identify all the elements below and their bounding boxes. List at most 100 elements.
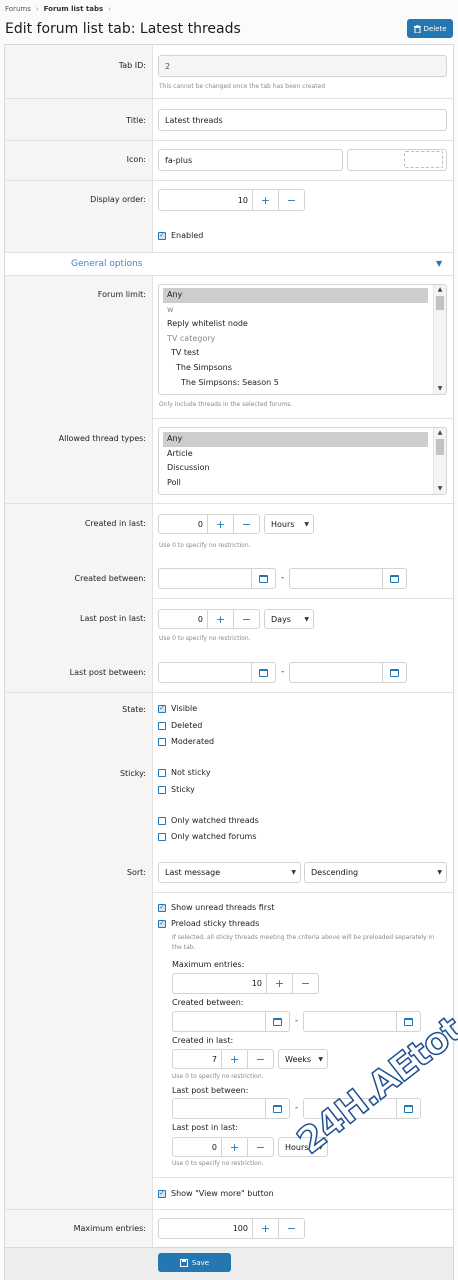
scroll-thumb[interactable] xyxy=(436,439,444,455)
list-option[interactable]: The Simpsons xyxy=(163,361,428,376)
max-entries-value[interactable]: 100 xyxy=(159,1219,252,1238)
breadcrumb-forums[interactable]: Forums xyxy=(5,5,31,13)
created-in-last-stepper[interactable]: 0 + − xyxy=(158,514,260,534)
preload-last-post-in-last-value[interactable]: 0 xyxy=(173,1138,221,1156)
increment-button[interactable]: + xyxy=(266,974,292,993)
decrement-button[interactable]: − xyxy=(247,1138,273,1156)
delete-button[interactable]: Delete xyxy=(407,19,453,38)
last-post-in-last-value[interactable]: 0 xyxy=(159,610,207,628)
last-post-in-last-unit-select[interactable]: Days ▼ xyxy=(264,609,314,629)
last-post-between-start[interactable] xyxy=(158,662,276,683)
watched-threads-checkbox[interactable]: Only watched threads xyxy=(158,816,259,825)
scroll-down-icon[interactable]: ▼ xyxy=(434,384,446,394)
enabled-checkbox[interactable]: ✓ Enabled xyxy=(158,231,203,240)
calendar-button[interactable] xyxy=(265,1012,289,1031)
list-option[interactable]: Any xyxy=(163,288,428,303)
checkbox-label: Sticky xyxy=(171,785,195,794)
sort-order-select[interactable]: Last message ▼ xyxy=(158,862,301,883)
state-deleted-checkbox[interactable]: Deleted xyxy=(158,721,202,730)
list-option[interactable]: Article xyxy=(163,447,428,462)
divider xyxy=(153,1177,453,1178)
created-in-last-unit-select[interactable]: Hours ▼ xyxy=(264,514,314,534)
date-input[interactable] xyxy=(304,1012,396,1031)
preload-last-post-between-start[interactable] xyxy=(172,1098,290,1119)
created-between-start[interactable] xyxy=(158,568,276,589)
sort-direction-select[interactable]: Descending ▼ xyxy=(304,862,447,883)
view-more-checkbox[interactable]: ✓ Show "View more" button xyxy=(158,1189,274,1198)
list-option[interactable]: Reply whitelist node xyxy=(163,317,428,332)
list-option[interactable]: w xyxy=(163,303,428,318)
state-moderated-checkbox[interactable]: Moderated xyxy=(158,737,214,746)
watched-forums-checkbox[interactable]: Only watched forums xyxy=(158,832,257,841)
icon-field[interactable]: fa-plus xyxy=(158,149,343,171)
decrement-button[interactable]: − xyxy=(278,190,304,210)
title-field[interactable]: Latest threads xyxy=(158,109,447,131)
increment-button[interactable]: + xyxy=(252,190,278,210)
preload-created-in-last-value[interactable]: 7 xyxy=(173,1050,221,1068)
date-input[interactable] xyxy=(173,1099,265,1118)
list-scrollbar[interactable]: ▲ ▼ xyxy=(433,285,446,394)
preload-created-between-label: Created between: xyxy=(172,998,244,1007)
display-order-stepper[interactable]: 10 + − xyxy=(158,189,305,211)
preload-max-entries-value[interactable]: 10 xyxy=(173,974,266,993)
general-options-title[interactable]: General options xyxy=(71,259,142,269)
date-input[interactable] xyxy=(159,569,251,588)
list-option[interactable]: Poll xyxy=(163,476,428,491)
scroll-thumb[interactable] xyxy=(436,296,444,310)
max-entries-stepper[interactable]: 100 + − xyxy=(158,1218,305,1239)
calendar-button[interactable] xyxy=(265,1099,289,1118)
created-between-end[interactable] xyxy=(289,568,407,589)
sticky-checkbox[interactable]: Sticky xyxy=(158,785,195,794)
preload-last-post-in-last-stepper[interactable]: 0 + − xyxy=(172,1137,274,1157)
preload-created-between-start[interactable] xyxy=(172,1011,290,1032)
calendar-button[interactable] xyxy=(396,1012,420,1031)
last-post-in-last-stepper[interactable]: 0 + − xyxy=(158,609,260,629)
forum-limit-list[interactable]: Any w Reply whitelist node TV category T… xyxy=(158,284,447,395)
increment-button[interactable]: + xyxy=(207,610,233,628)
list-option[interactable]: TV category xyxy=(163,332,428,347)
list-scrollbar[interactable]: ▲ ▼ xyxy=(433,428,446,494)
date-input[interactable] xyxy=(290,569,382,588)
display-order-value[interactable]: 10 xyxy=(159,190,252,210)
preload-created-in-last-unit-select[interactable]: Weeks ▼ xyxy=(278,1049,328,1069)
list-option[interactable]: The Simpsons: Season 5 xyxy=(163,376,428,391)
chevron-down-icon[interactable]: ▼ xyxy=(436,259,442,268)
date-input[interactable] xyxy=(159,663,251,682)
date-input[interactable] xyxy=(290,663,382,682)
preload-sticky-checkbox[interactable]: ✓ Preload sticky threads xyxy=(158,919,259,928)
date-input[interactable] xyxy=(173,1012,265,1031)
state-visible-checkbox[interactable]: ✓ Visible xyxy=(158,704,197,713)
created-in-last-value[interactable]: 0 xyxy=(159,515,207,533)
breadcrumb-forum-list-tabs[interactable]: Forum list tabs xyxy=(44,5,103,13)
calendar-button[interactable] xyxy=(382,569,406,588)
preload-created-in-last-stepper[interactable]: 7 + − xyxy=(172,1049,274,1069)
preload-max-entries-stepper[interactable]: 10 + − xyxy=(172,973,319,994)
decrement-button[interactable]: − xyxy=(247,1050,273,1068)
decrement-button[interactable]: − xyxy=(233,515,259,533)
preload-created-between-end[interactable] xyxy=(303,1011,421,1032)
icon-preview-swatch[interactable] xyxy=(404,151,443,168)
scroll-up-icon[interactable]: ▲ xyxy=(434,285,446,295)
thread-types-list[interactable]: Any Article Discussion Poll ▲ ▼ xyxy=(158,427,447,495)
save-button[interactable]: Save xyxy=(158,1253,231,1272)
unread-first-checkbox[interactable]: ✓ Show unread threads first xyxy=(158,903,274,912)
decrement-button[interactable]: − xyxy=(233,610,259,628)
calendar-button[interactable] xyxy=(251,663,275,682)
decrement-button[interactable]: − xyxy=(278,1219,304,1238)
increment-button[interactable]: + xyxy=(221,1050,247,1068)
last-post-between-end[interactable] xyxy=(289,662,407,683)
increment-button[interactable]: + xyxy=(252,1219,278,1238)
list-option[interactable]: Any xyxy=(163,432,428,447)
calendar-button[interactable] xyxy=(382,663,406,682)
increment-button[interactable]: + xyxy=(207,515,233,533)
calendar-button[interactable] xyxy=(396,1099,420,1118)
scroll-down-icon[interactable]: ▼ xyxy=(434,484,446,494)
not-sticky-checkbox[interactable]: Not sticky xyxy=(158,768,211,777)
list-option[interactable]: Discussion xyxy=(163,461,428,476)
list-option[interactable]: TV test xyxy=(163,346,428,361)
scroll-up-icon[interactable]: ▲ xyxy=(434,428,446,438)
decrement-button[interactable]: − xyxy=(292,974,318,993)
increment-button[interactable]: + xyxy=(221,1138,247,1156)
calendar-button[interactable] xyxy=(251,569,275,588)
title-label: Title: xyxy=(126,116,146,125)
